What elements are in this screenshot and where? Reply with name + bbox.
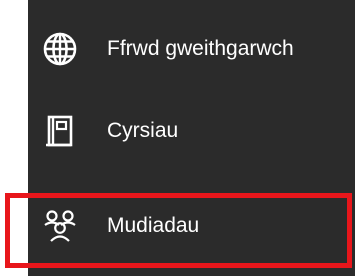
people-group-icon: [44, 210, 76, 242]
sidebar-nav: Ffrwd gweithgarwch Cyrsiau Mudiadau: [28, 0, 355, 276]
sidebar-item-organisations[interactable]: Mudiadau: [28, 190, 355, 262]
sidebar-item-courses[interactable]: Cyrsiau: [28, 88, 355, 174]
page: Ffrwd gweithgarwch Cyrsiau Mudiadau: [0, 0, 355, 276]
sidebar-item-label: Cyrsiau: [107, 119, 179, 142]
sidebar-item-label: Ffrwd gweithgarwch: [107, 37, 294, 60]
sidebar-item-activity-stream[interactable]: Ffrwd gweithgarwch: [28, 6, 355, 92]
globe-icon: [43, 32, 77, 66]
sidebar-item-label: Mudiadau: [107, 214, 200, 237]
book-icon: [46, 115, 73, 147]
